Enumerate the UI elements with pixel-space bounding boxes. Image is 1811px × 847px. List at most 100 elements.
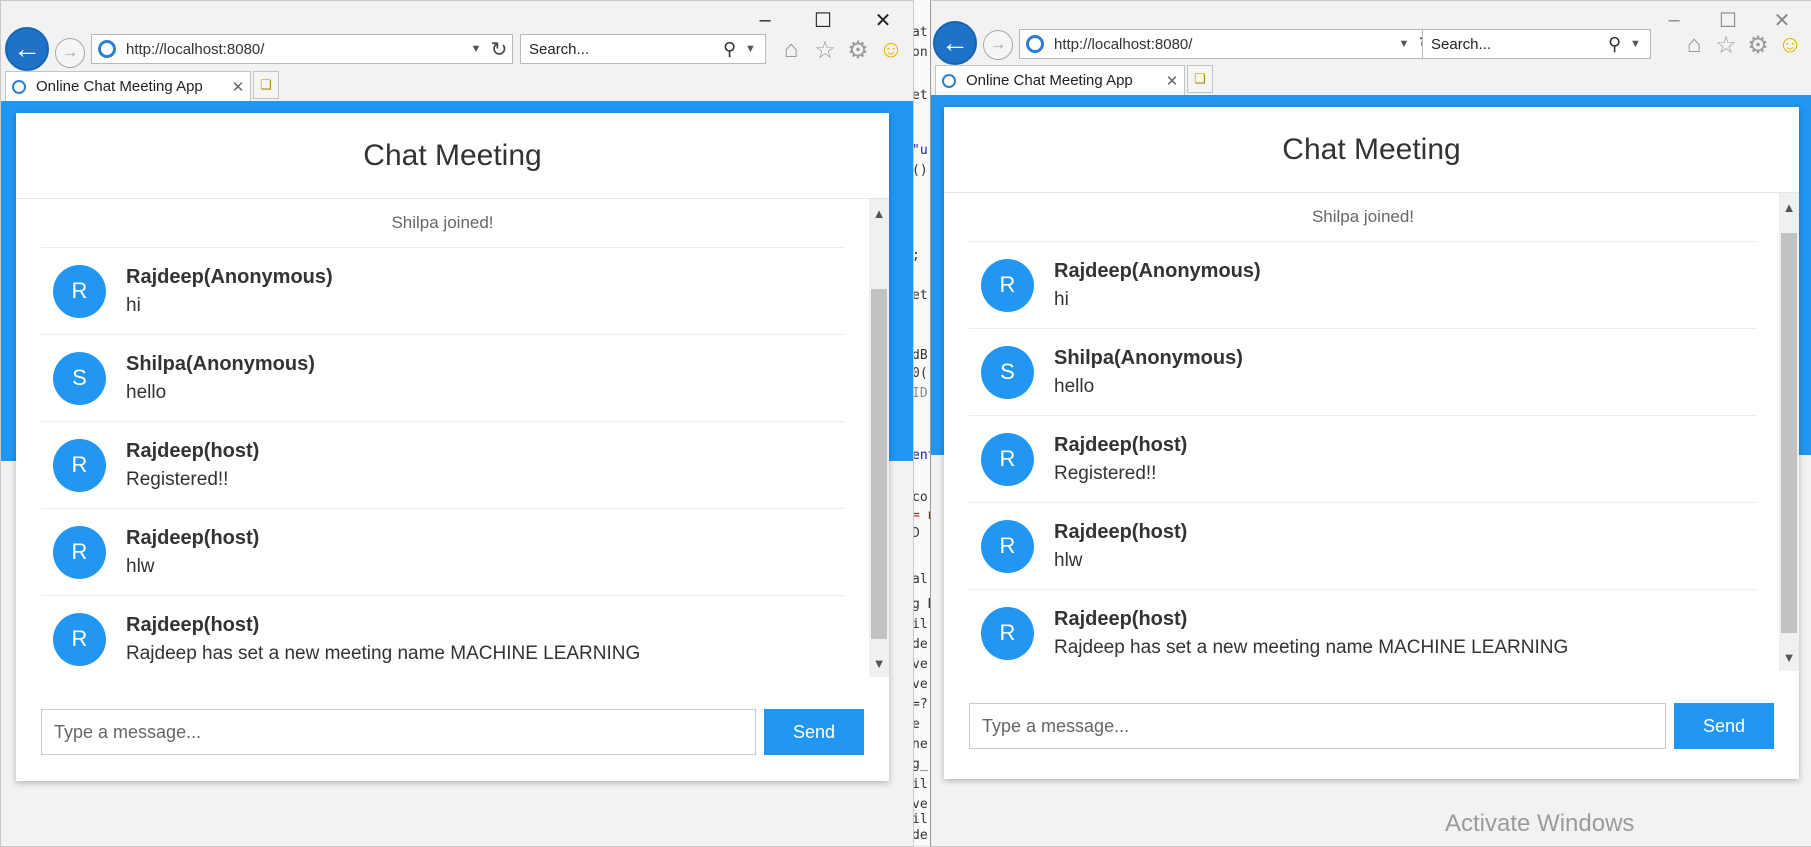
back-arrow-icon[interactable]: ← (5, 27, 49, 71)
chat-card: Chat Meeting Shilpa joined! R Rajdeep(An… (16, 113, 889, 781)
message-list[interactable]: Shilpa joined! R Rajdeep(Anonymous) hi S… (944, 193, 1799, 671)
chevron-down-icon[interactable]: ▼ (466, 43, 486, 55)
chevron-down-icon[interactable]: ▼ (745, 43, 765, 55)
search-placeholder[interactable]: Search... (529, 41, 723, 58)
search-icon[interactable]: ⚲ (1608, 34, 1630, 55)
code-fragment: ve (912, 657, 928, 672)
message-input[interactable] (969, 703, 1666, 749)
back-arrow-icon[interactable]: ← (933, 21, 977, 65)
new-tab-icon[interactable]: ❏ (253, 71, 279, 99)
code-fragment: = n (912, 508, 930, 523)
chevron-up-icon[interactable]: ▲ (1779, 195, 1799, 219)
code-fragment: il (912, 777, 928, 792)
avatar: R (981, 258, 1034, 312)
smiley-feedback-icon[interactable]: ☺ (877, 36, 905, 64)
tab-title: Online Chat Meeting App (966, 72, 1133, 89)
maximize-icon[interactable]: ☐ (803, 7, 843, 33)
settings-gear-icon[interactable]: ⚙ (844, 36, 872, 64)
close-icon[interactable]: ✕ (863, 7, 903, 33)
message-text: hi (1054, 288, 1069, 310)
search-icon[interactable]: ⚲ (723, 39, 745, 60)
chevron-down-icon[interactable]: ▼ (1630, 38, 1650, 50)
web-page: Chat Meeting Shilpa joined! R Rajdeep(An… (1, 101, 913, 846)
list-item: R Rajdeep(host) Registered!! (969, 416, 1757, 503)
message-sender: Rajdeep(host) (1054, 520, 1188, 543)
scrollbar[interactable]: ▲ ▼ (1779, 193, 1799, 671)
code-fragment: ent (912, 448, 930, 463)
address-url[interactable]: http://localhost:8080/ (126, 41, 466, 58)
settings-gear-icon[interactable]: ⚙ (1744, 31, 1772, 59)
message-sender: Rajdeep(host) (1054, 433, 1188, 456)
code-fragment: il (912, 617, 928, 632)
code-fragment: g B (912, 597, 930, 612)
message-sender: Rajdeep(host) (126, 613, 260, 636)
minimize-icon[interactable]: – (1654, 7, 1694, 33)
browser-tab[interactable]: Online Chat Meeting App ✕ (5, 71, 251, 101)
code-fragment: ve (912, 797, 928, 812)
message-list[interactable]: Shilpa joined! R Rajdeep(Anonymous) hi S… (16, 199, 889, 677)
message-sender: Shilpa(Anonymous) (126, 352, 315, 375)
message-sender: Rajdeep(host) (126, 526, 260, 549)
list-item: R Rajdeep(Anonymous) hi (969, 242, 1757, 329)
chevron-up-icon[interactable]: ▲ (869, 201, 889, 225)
new-tab-icon[interactable]: ❏ (1187, 65, 1213, 93)
code-fragment: ID (912, 386, 928, 401)
forward-arrow-icon[interactable]: → (55, 38, 85, 68)
ie-logo-icon (942, 73, 956, 88)
chevron-down-icon[interactable]: ▼ (869, 651, 889, 675)
search-placeholder[interactable]: Search... (1431, 36, 1608, 53)
code-fragment: ve (912, 677, 928, 692)
send-button[interactable]: Send (1674, 703, 1774, 749)
address-bar[interactable]: http://localhost:8080/ ▼ ↻ (91, 34, 513, 64)
list-item: R Rajdeep(host) hlw (41, 509, 844, 596)
scrollbar-thumb[interactable] (1781, 233, 1797, 633)
search-box[interactable]: Search... ⚲ ▼ (1422, 29, 1651, 59)
avatar: R (981, 606, 1034, 660)
message-text: Rajdeep has set a new meeting name MACHI… (1054, 636, 1569, 658)
code-fragment: =? (912, 697, 928, 712)
minimize-icon[interactable]: – (745, 7, 785, 33)
address-bar[interactable]: http://localhost:8080/ ▼ ↻ (1019, 29, 1441, 59)
refresh-icon[interactable]: ↻ (486, 37, 512, 62)
address-url[interactable]: http://localhost:8080/ (1054, 36, 1394, 53)
code-fragment: co (912, 490, 928, 505)
scrollbar-thumb[interactable] (871, 289, 887, 639)
list-item: R Rajdeep(host) Rajdeep has set a new me… (969, 590, 1757, 671)
web-page: Chat Meeting Shilpa joined! R Rajdeep(An… (931, 95, 1811, 846)
code-fragment: de (912, 637, 928, 652)
avatar: R (53, 264, 106, 318)
close-tab-icon[interactable]: ✕ (1160, 72, 1184, 90)
message-sender: Rajdeep(Anonymous) (126, 265, 333, 288)
code-fragment: () (912, 163, 928, 178)
favorites-star-icon[interactable]: ☆ (1712, 31, 1740, 59)
search-box[interactable]: Search... ⚲ ▼ (520, 34, 766, 64)
system-message: Shilpa joined! (969, 193, 1757, 242)
message-text: hlw (1054, 549, 1083, 571)
message-sender: Rajdeep(Anonymous) (1054, 259, 1261, 282)
send-button[interactable]: Send (764, 709, 864, 755)
code-fragment: et (912, 88, 928, 103)
chevron-down-icon[interactable]: ▼ (1394, 38, 1414, 50)
browser-tab[interactable]: Online Chat Meeting App ✕ (935, 65, 1185, 95)
background-code-editor: at on et "u () ; et dB 0( ID ent co = n … (912, 0, 930, 845)
message-input[interactable] (41, 709, 756, 755)
close-icon[interactable]: ✕ (1762, 7, 1802, 33)
chevron-down-icon[interactable]: ▼ (1779, 645, 1799, 669)
home-icon[interactable]: ⌂ (777, 36, 805, 64)
message-sender: Rajdeep(host) (126, 439, 260, 462)
activate-windows-watermark: Activate Windows (1445, 810, 1635, 837)
close-tab-icon[interactable]: ✕ (226, 78, 250, 96)
page-title: Chat Meeting (944, 107, 1799, 193)
avatar: R (53, 612, 106, 666)
code-fragment: "u (912, 143, 928, 158)
home-icon[interactable]: ⌂ (1680, 31, 1708, 59)
message-sender: Rajdeep(host) (1054, 607, 1188, 630)
avatar: R (53, 525, 106, 579)
maximize-icon[interactable]: ☐ (1708, 7, 1748, 33)
forward-arrow-icon[interactable]: → (983, 30, 1013, 60)
smiley-feedback-icon[interactable]: ☺ (1776, 31, 1804, 59)
ie-logo-icon (1026, 35, 1044, 53)
scrollbar[interactable]: ▲ ▼ (869, 199, 889, 677)
favorites-star-icon[interactable]: ☆ (811, 36, 839, 64)
code-fragment: de (912, 828, 928, 843)
